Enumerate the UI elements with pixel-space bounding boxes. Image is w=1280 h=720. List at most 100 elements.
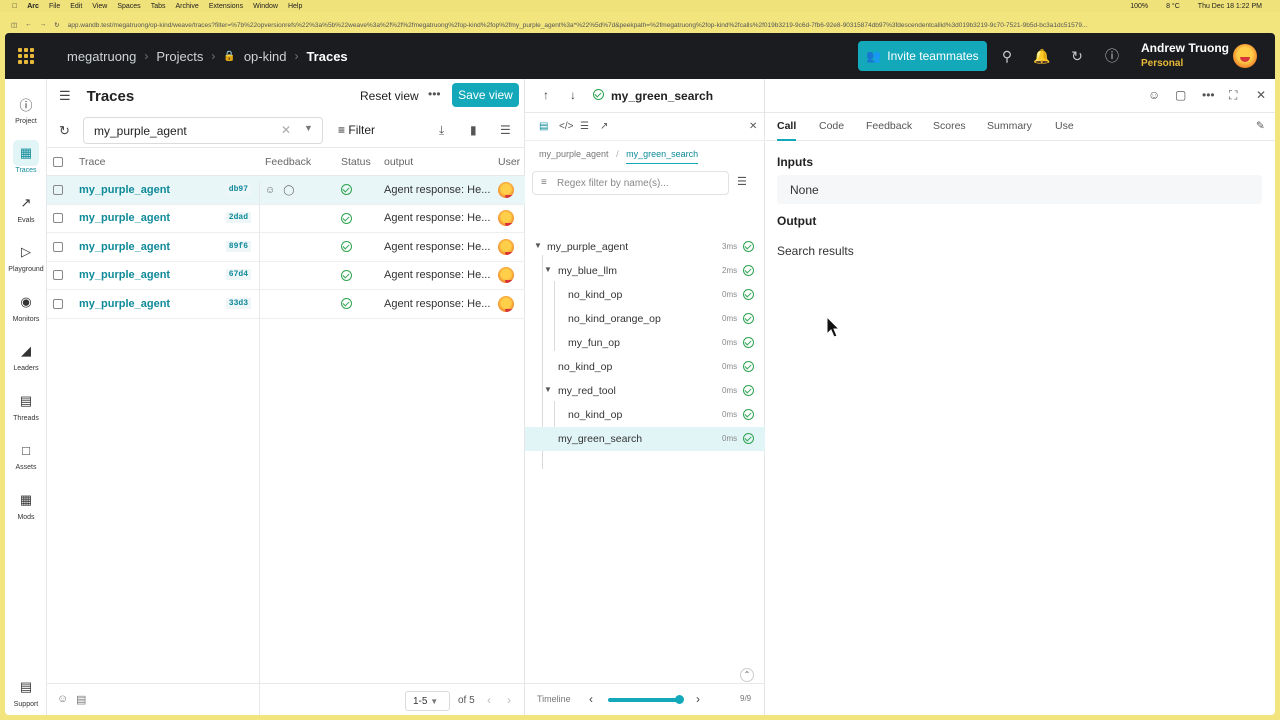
close-icon[interactable]: ✕ <box>749 121 757 132</box>
chevron-down-icon[interactable]: ▼ <box>544 265 552 274</box>
menu-view[interactable]: View <box>92 3 107 10</box>
comment-icon[interactable]: ◯ <box>283 185 302 196</box>
output-cell[interactable]: Agent response: He... <box>378 261 492 290</box>
menu-icon[interactable]: ☰ <box>59 88 71 104</box>
tree-node[interactable]: ▼ my_red_tool 0ms <box>525 379 765 403</box>
sidebar-toggle-icon[interactable]: ◫ <box>11 21 17 29</box>
sidebar-item-evals[interactable]: ↗ Evals <box>5 190 47 224</box>
table-row[interactable]: my_purple_agent 89f6 Agent response: He..… <box>47 232 525 262</box>
regex-filter-input[interactable]: ≡ Regex filter by name(s)... <box>532 171 729 195</box>
reset-view-button[interactable]: Reset view <box>360 89 419 103</box>
tree-options-icon[interactable]: ☰ <box>737 175 747 188</box>
tree-node[interactable]: no_kind_orange_op 0ms <box>525 307 765 331</box>
output-cell[interactable]: Agent response: He... <box>378 232 492 262</box>
refresh-icon[interactable]: ↻ <box>59 123 70 139</box>
breadcrumb-parent[interactable]: my_purple_agent <box>539 149 609 159</box>
bell-icon[interactable]: 🔔 <box>1033 47 1051 65</box>
sidebar-item-project[interactable]: ⓘ Project <box>5 91 47 126</box>
tab-call[interactable]: Call <box>777 120 797 141</box>
url-text[interactable]: app.wandb.test/megatruong/op-kind/weave/… <box>68 22 1178 29</box>
back-icon[interactable]: ← <box>25 21 32 29</box>
column-header-user[interactable]: User <box>492 147 525 176</box>
row-checkbox[interactable] <box>53 270 63 281</box>
column-header-trace[interactable]: Trace <box>73 147 259 176</box>
tab-feedback[interactable]: Feedback <box>866 120 912 132</box>
tree-node[interactable]: ▼ my_blue_llm 2ms <box>525 259 765 283</box>
columns-icon[interactable]: ☰ <box>500 123 511 137</box>
invite-teammates-button[interactable]: 👥 Invite teammates <box>858 41 987 71</box>
column-header-output[interactable]: output <box>378 147 492 176</box>
user-menu[interactable]: Andrew Truong Personal <box>1141 41 1229 69</box>
sidebar-item-assets[interactable]: □ Assets <box>5 437 47 472</box>
tab-code[interactable]: Code <box>819 120 844 132</box>
chevron-down-icon[interactable]: ▼ <box>544 385 552 394</box>
breadcrumb-project[interactable]: op-kind <box>244 49 287 64</box>
row-checkbox[interactable] <box>53 241 63 252</box>
sidebar-item-playground[interactable]: ▷ Playground <box>5 239 47 273</box>
tree-node[interactable]: my_fun_op 0ms <box>525 331 765 355</box>
timeline-slider[interactable] <box>608 695 684 704</box>
tree-node-selected[interactable]: my_green_search 0ms <box>525 427 765 451</box>
tab-summary[interactable]: Summary <box>987 120 1032 132</box>
code-view-icon[interactable]: </> <box>559 121 573 132</box>
next-icon[interactable]: › <box>696 692 700 706</box>
collapse-up-icon[interactable]: ⌃ <box>740 668 754 682</box>
row-checkbox[interactable] <box>53 184 63 195</box>
more-options-icon[interactable]: ••• <box>1202 88 1215 102</box>
add-reaction-icon[interactable]: ☺ <box>265 185 283 196</box>
breadcrumb-projects[interactable]: Projects <box>156 49 203 64</box>
next-page-icon[interactable]: › <box>507 693 511 707</box>
trace-name[interactable]: my_purple_agent <box>79 241 170 253</box>
row-checkbox[interactable] <box>53 213 63 224</box>
menu-spaces[interactable]: Spaces <box>117 3 140 10</box>
menu-file[interactable]: File <box>49 3 60 10</box>
trace-name[interactable]: my_purple_agent <box>79 298 170 310</box>
search-icon[interactable]: ⚲ <box>998 47 1016 65</box>
op-filter-select[interactable]: my_purple_agent ✕ ▼ <box>83 117 323 144</box>
page-size-select[interactable]: 1-5 ▼ <box>405 691 450 711</box>
prev-page-icon[interactable]: ‹ <box>487 693 491 707</box>
battery-level[interactable]: 100% <box>1130 3 1148 10</box>
clock[interactable]: Thu Dec 18 1:22 PM <box>1198 3 1262 10</box>
trace-name[interactable]: my_purple_agent <box>79 269 170 281</box>
row-checkbox[interactable] <box>53 298 63 309</box>
weather[interactable]: 8 °C <box>1166 3 1180 10</box>
tab-use[interactable]: Use <box>1055 120 1074 132</box>
save-view-button[interactable]: Save view <box>452 83 519 107</box>
table-row[interactable]: my_purple_agent db97 ☺◯ Agent response: H… <box>47 175 525 205</box>
add-reaction-icon[interactable]: ☺ <box>1148 88 1160 102</box>
clear-icon[interactable]: ✕ <box>281 123 291 137</box>
refresh-icon[interactable]: ↻ <box>1068 47 1086 65</box>
wandb-logo-icon[interactable] <box>5 48 47 64</box>
menu-arc[interactable]: Arc <box>27 3 39 10</box>
column-header-feedback[interactable]: Feedback <box>259 147 335 176</box>
edit-icon[interactable]: ✎ <box>1256 120 1265 132</box>
output-cell[interactable]: Agent response: He... <box>378 175 492 205</box>
sidebar-item-monitors[interactable]: ◉ Monitors <box>5 289 47 323</box>
fullscreen-icon[interactable]: ⛶ <box>1229 88 1237 103</box>
tree-node[interactable]: ▼ my_purple_agent 3ms <box>525 235 765 259</box>
sidebar-item-traces[interactable]: ▦ Traces <box>5 140 47 174</box>
tree-node[interactable]: no_kind_op 0ms <box>525 355 765 379</box>
menu-tabs[interactable]: Tabs <box>151 3 166 10</box>
compare-icon[interactable]: ▤ <box>76 693 86 706</box>
output-cell[interactable]: Agent response: He... <box>378 289 492 319</box>
table-row[interactable]: my_purple_agent 33d3 Agent response: He..… <box>47 289 525 319</box>
avatar[interactable] <box>1233 44 1257 68</box>
breadcrumb-entity[interactable]: megatruong <box>67 49 136 64</box>
apple-icon[interactable]:  <box>12 3 17 10</box>
flame-graph-icon[interactable]: ☰ <box>580 121 589 132</box>
sidebar-item-mods[interactable]: ▦ Mods <box>5 487 47 521</box>
breadcrumb-current[interactable]: my_green_search <box>626 149 699 164</box>
chart-icon[interactable]: ▮ <box>470 123 477 137</box>
sidebar-item-threads[interactable]: ▤ Threads <box>5 388 47 422</box>
trace-name[interactable]: my_purple_agent <box>79 184 170 196</box>
menu-edit[interactable]: Edit <box>70 3 82 10</box>
filter-button[interactable]: ≡ Filter <box>338 123 375 137</box>
tree-node[interactable]: no_kind_op 0ms <box>525 283 765 307</box>
graph-view-icon[interactable]: ↗ <box>600 121 608 132</box>
chevron-down-icon[interactable]: ▼ <box>304 123 313 133</box>
reload-icon[interactable]: ↻ <box>54 21 59 29</box>
more-options-icon[interactable]: ••• <box>428 87 441 101</box>
select-all-checkbox[interactable] <box>53 156 63 167</box>
